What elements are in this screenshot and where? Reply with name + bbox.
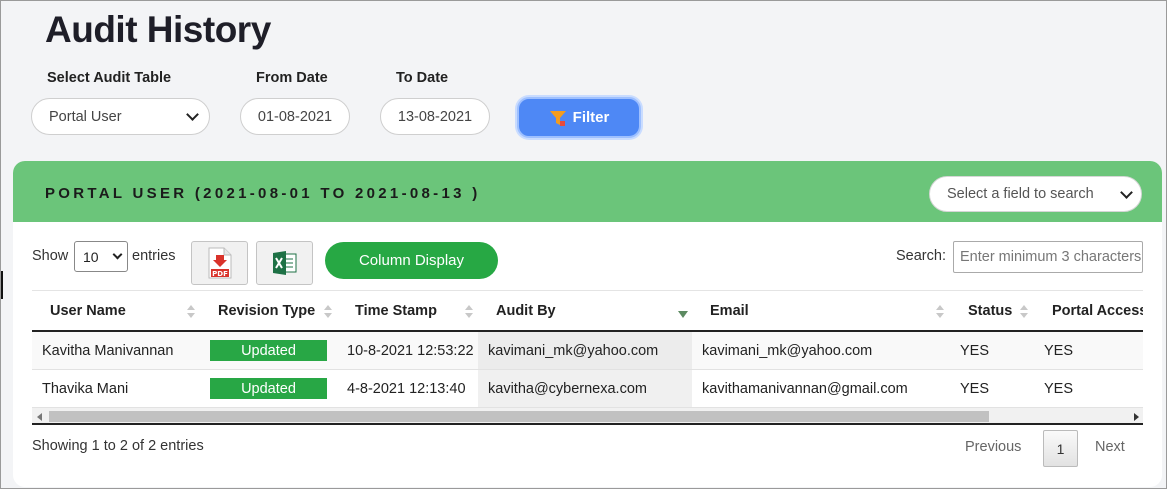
pagination-next[interactable]: Next	[1095, 439, 1125, 455]
cell-email: kavimani_mk@yahoo.com	[702, 342, 873, 359]
audit-table: User Name Revision Type Time Stamp Audit…	[32, 290, 1143, 408]
table-row[interactable]: Thavika Mani Updated 4-8-2021 12:13:40 k…	[32, 370, 1143, 408]
audit-table-label: Select Audit Table	[47, 70, 172, 86]
scroll-right-arrow-icon[interactable]	[1134, 413, 1139, 421]
entries-label: entries	[132, 248, 176, 264]
audit-table-select[interactable]: Portal User	[31, 98, 210, 135]
cell-status: YES	[960, 380, 990, 397]
scroll-left-arrow-icon[interactable]	[37, 413, 42, 421]
from-date-label: From Date	[256, 70, 328, 86]
table-viewport: User Name Revision Type Time Stamp Audit…	[32, 290, 1143, 427]
cell-portal-access: YES	[1044, 380, 1074, 397]
sort-icon	[936, 305, 944, 319]
card-header: PORTAL USER (2021-08-01 TO 2021-08-13 ) …	[13, 161, 1162, 222]
column-display-button[interactable]: Column Display	[325, 242, 498, 279]
col-status[interactable]: Status	[968, 291, 1012, 331]
excel-export-button[interactable]	[256, 241, 313, 285]
filter-button-label: Filter	[572, 109, 610, 126]
filter-button[interactable]: Filter	[517, 97, 641, 138]
table-row[interactable]: Kavitha Manivannan Updated 10-8-2021 12:…	[32, 332, 1143, 370]
search-input[interactable]: Enter minimum 3 characters	[953, 241, 1143, 273]
page-length-select[interactable]: 10	[74, 241, 128, 272]
cell-email: kavithamanivannan@gmail.com	[702, 380, 908, 397]
cell-user-name: Thavika Mani	[42, 380, 129, 397]
pdf-icon: PDF	[208, 247, 231, 279]
cell-revision-type: Updated	[210, 370, 327, 407]
status-badge: Updated	[210, 340, 327, 361]
field-search-placeholder: Select a field to search	[947, 186, 1094, 202]
cell-status: YES	[960, 342, 990, 359]
cell-time-stamp: 4-8-2021 12:13:40	[347, 380, 466, 397]
sort-icon	[465, 305, 473, 319]
scrollbar-thumb[interactable]	[49, 411, 989, 422]
search-label: Search:	[896, 248, 946, 264]
cell-portal-access: YES	[1044, 342, 1074, 359]
cell-audit-by: kavimani_mk@yahoo.com	[478, 332, 692, 369]
svg-text:PDF: PDF	[212, 270, 228, 278]
sort-icon	[324, 305, 332, 319]
col-time-stamp[interactable]: Time Stamp	[355, 291, 437, 331]
horizontal-scrollbar[interactable]	[32, 408, 1143, 425]
sort-desc-icon	[678, 311, 688, 318]
edge-marker	[1, 271, 3, 299]
page-length-value: 10	[83, 248, 99, 265]
col-revision-type[interactable]: Revision Type	[218, 291, 315, 331]
table-header: User Name Revision Type Time Stamp Audit…	[32, 290, 1143, 332]
funnel-icon	[549, 110, 566, 126]
card-title: PORTAL USER (2021-08-01 TO 2021-08-13 )	[45, 185, 481, 202]
col-email[interactable]: Email	[710, 291, 749, 331]
col-user-name[interactable]: User Name	[50, 291, 126, 331]
audit-card: PORTAL USER (2021-08-01 TO 2021-08-13 ) …	[13, 161, 1162, 487]
from-date-input[interactable]: 01-08-2021	[240, 98, 350, 135]
chevron-down-icon	[112, 249, 123, 260]
to-date-input[interactable]: 13-08-2021	[380, 98, 490, 135]
sort-icon	[187, 305, 195, 319]
to-date-label: To Date	[396, 70, 449, 86]
pagination-previous[interactable]: Previous	[965, 439, 1021, 455]
page-title: Audit History	[45, 9, 271, 50]
status-badge: Updated	[210, 378, 327, 399]
pagination-current-page[interactable]: 1	[1043, 430, 1078, 467]
cell-user-name: Kavitha Manivannan	[42, 342, 174, 359]
audit-table-value: Portal User	[49, 108, 122, 125]
chevron-down-icon	[1120, 185, 1133, 199]
cell-revision-type: Updated	[210, 332, 327, 369]
table-info: Showing 1 to 2 of 2 entries	[32, 438, 204, 454]
excel-icon	[272, 251, 296, 275]
cell-time-stamp: 10-8-2021 12:53:22	[347, 342, 474, 359]
pdf-export-button[interactable]: PDF	[191, 241, 248, 285]
cell-audit-by: kavitha@cybernexa.com	[478, 370, 692, 407]
col-portal-access[interactable]: Portal Access	[1052, 291, 1143, 331]
sort-icon	[1020, 305, 1028, 319]
field-search-select[interactable]: Select a field to search	[929, 176, 1142, 212]
col-audit-by[interactable]: Audit By	[496, 291, 556, 331]
chevron-down-icon	[186, 108, 199, 121]
show-label: Show	[32, 248, 69, 264]
